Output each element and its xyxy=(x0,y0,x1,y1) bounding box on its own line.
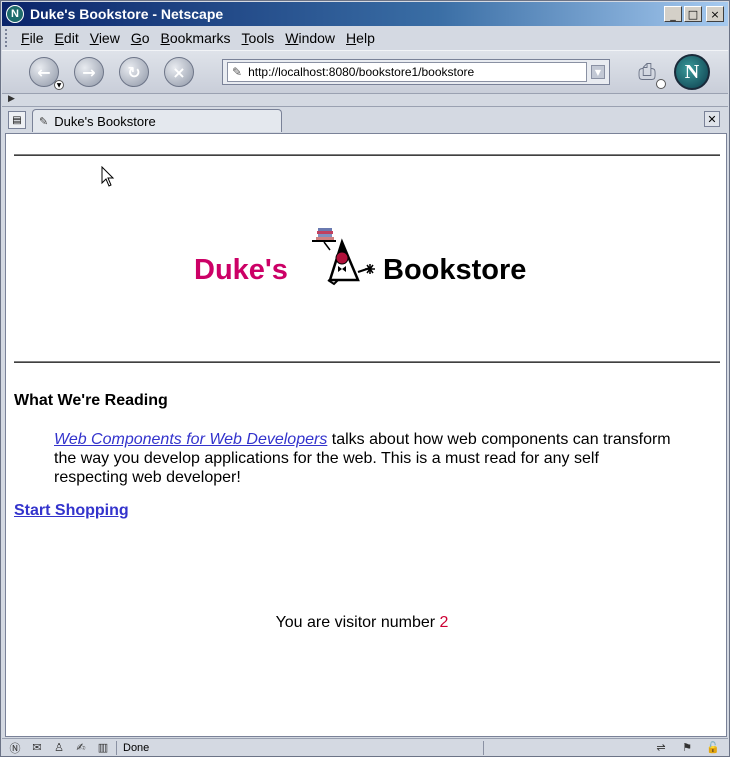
menu-tools[interactable]: Tools xyxy=(242,30,275,46)
section-heading: What We're Reading xyxy=(14,392,168,409)
printer-glyph-icon: ⎙ xyxy=(638,59,656,85)
title-bar: N Duke's Bookstore - Netscape _ □ × xyxy=(2,2,728,26)
forward-button[interactable]: → xyxy=(74,57,104,87)
close-tab-icon[interactable]: ✕ xyxy=(704,111,720,127)
collapse-arrow-icon[interactable]: ▶ xyxy=(8,94,15,104)
browser-window: N Duke's Bookstore - Netscape _ □ × File… xyxy=(0,0,730,757)
page-icon: ✎ xyxy=(39,114,49,128)
status-text: Done xyxy=(123,741,150,754)
back-history-dropdown-icon[interactable]: ▼ xyxy=(54,80,64,90)
tab-dukes-bookstore[interactable]: ✎ Duke's Bookstore xyxy=(32,109,282,132)
menu-go[interactable]: Go xyxy=(131,30,150,46)
featured-book-blurb: Web Components for Web Developers talks … xyxy=(54,430,674,487)
composer-icon[interactable]: ✍ xyxy=(72,741,90,755)
stop-button[interactable]: × xyxy=(164,57,194,87)
banner-bookstore-text: Bookstore xyxy=(383,254,527,286)
menu-window[interactable]: Window xyxy=(285,30,335,46)
menu-help[interactable]: Help xyxy=(346,30,375,46)
menu-file[interactable]: File xyxy=(21,30,44,46)
online-connection-icon[interactable]: ⇌ xyxy=(650,741,672,755)
url-text[interactable]: http://localhost:8080/bookstore1/booksto… xyxy=(248,65,474,79)
menu-edit[interactable]: Edit xyxy=(55,30,79,46)
start-shopping-link[interactable]: Start Shopping xyxy=(14,502,129,520)
status-icons: ⇌ ⚑ 🔓 xyxy=(646,741,724,755)
minimize-button[interactable]: _ xyxy=(664,6,682,22)
navigator-icon[interactable]: Ⓝ xyxy=(6,741,24,755)
featured-book-link[interactable]: Web Components for Web Developers xyxy=(54,431,327,448)
security-lock-icon[interactable]: 🔓 xyxy=(702,741,724,755)
reload-icon: ↻ xyxy=(127,62,141,82)
close-window-button[interactable]: × xyxy=(706,6,724,22)
progress-cell xyxy=(483,740,603,755)
status-bar: Ⓝ ✉ ♙ ✍ ▥ Done ⇌ ⚑ 🔓 xyxy=(2,738,728,756)
menu-view[interactable]: View xyxy=(90,30,120,46)
toolbar-grip[interactable] xyxy=(5,29,11,47)
window-title: Duke's Bookstore - Netscape xyxy=(30,6,224,22)
new-tab-icon[interactable]: ▤ xyxy=(8,111,26,129)
maximize-button[interactable]: □ xyxy=(684,6,702,22)
tab-label: Duke's Bookstore xyxy=(54,113,156,129)
popup-blocker-icon[interactable]: ⚑ xyxy=(676,741,698,755)
status-separator xyxy=(116,740,117,755)
netscape-throbber-icon[interactable]: N xyxy=(674,54,710,90)
bottom-divider xyxy=(14,361,720,363)
page-proxy-icon[interactable]: ✎ xyxy=(232,65,242,79)
menu-bookmarks[interactable]: Bookmarks xyxy=(161,30,231,46)
netscape-icon: N xyxy=(6,5,24,23)
menu-bar: File Edit View Go Bookmarks Tools Window… xyxy=(2,27,728,49)
store-banner: Duke's Bookstore xyxy=(6,224,726,294)
tab-bar: ▤ ✎ Duke's Bookstore ✕ xyxy=(2,108,728,132)
url-bar: ✎ http://localhost:8080/bookstore1/books… xyxy=(222,59,610,85)
toolbar-collapse-strip[interactable]: ▶ xyxy=(2,94,728,107)
print-icon[interactable]: ⎙ xyxy=(630,57,666,89)
mail-icon[interactable]: ✉ xyxy=(28,741,46,755)
stop-icon: × xyxy=(172,62,186,82)
visitor-number: 2 xyxy=(439,614,449,631)
page-content: Duke's Bookstore What We're Reading Web … xyxy=(5,133,727,737)
url-history-dropdown-icon[interactable]: ▼ xyxy=(591,65,605,79)
duke-mascot-icon xyxy=(312,228,375,286)
forward-arrow-icon: → xyxy=(82,62,96,82)
visitor-counter: You are visitor number 2 xyxy=(6,614,718,632)
address-book-icon[interactable]: ▥ xyxy=(94,741,112,755)
navigation-toolbar: ← ▼ → ↻ × ✎ http://localhost:8080/bookst… xyxy=(2,50,728,94)
top-divider xyxy=(14,154,720,156)
back-arrow-icon: ← xyxy=(37,62,51,82)
url-input[interactable]: ✎ http://localhost:8080/bookstore1/books… xyxy=(227,62,587,82)
banner-dukes-text: Duke's xyxy=(194,254,288,286)
back-button[interactable]: ← ▼ xyxy=(29,57,64,90)
print-dropdown-icon[interactable] xyxy=(656,79,666,89)
mouse-cursor-icon xyxy=(101,166,115,187)
reload-button[interactable]: ↻ xyxy=(119,57,149,87)
instant-messenger-icon[interactable]: ♙ xyxy=(50,741,68,755)
visitor-label: You are visitor number xyxy=(275,614,440,631)
